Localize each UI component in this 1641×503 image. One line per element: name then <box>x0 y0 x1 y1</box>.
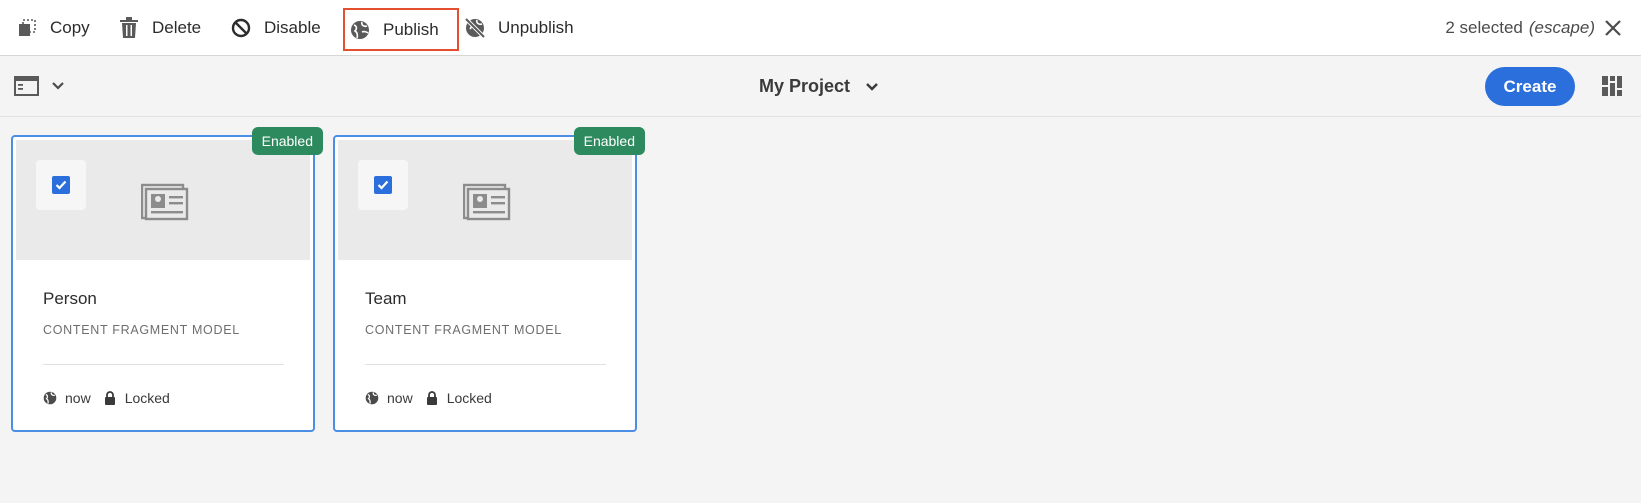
card-meta: now Locked <box>43 390 170 406</box>
content-model-icon <box>463 183 511 221</box>
chevron-down-icon <box>866 82 878 91</box>
card-thumbnail <box>16 140 310 260</box>
unpublish-label: Unpublish <box>498 18 574 37</box>
close-selection-button[interactable] <box>1601 16 1625 40</box>
status-badge: Enabled <box>573 127 645 155</box>
selection-count: 2 selected (escape) <box>1445 0 1595 56</box>
card-person[interactable]: Enabled Person CONTENT FRAGMENT MODEL no… <box>11 127 323 432</box>
close-icon <box>1605 20 1621 36</box>
sidebar-icon <box>14 76 39 96</box>
title-bar: My Project Create <box>0 56 1641 117</box>
create-button[interactable]: Create <box>1485 67 1575 106</box>
status-badge: Enabled <box>251 127 323 155</box>
rail-toggle-button[interactable] <box>14 75 40 97</box>
divider <box>365 364 606 365</box>
disable-label: Disable <box>264 18 321 37</box>
globe-icon <box>349 19 371 41</box>
checkbox-checked[interactable] <box>52 176 70 194</box>
card-subtitle: CONTENT FRAGMENT MODEL <box>43 323 240 337</box>
disable-button[interactable]: Disable <box>230 0 321 56</box>
page-title: My Project <box>759 76 851 96</box>
published-time: now <box>65 390 91 406</box>
lock-status: Locked <box>124 390 170 406</box>
lock-status: Locked <box>446 390 492 406</box>
chevron-down-icon <box>52 82 64 90</box>
copy-label: Copy <box>50 18 90 37</box>
project-switcher[interactable]: My Project <box>759 56 880 117</box>
publish-label: Publish <box>383 19 439 39</box>
globe-unpublish-icon <box>464 17 486 39</box>
unpublish-button[interactable]: Unpublish <box>464 0 574 56</box>
card-select[interactable] <box>36 160 86 210</box>
card-team[interactable]: Enabled Team CONTENT FRAGMENT MODEL now … <box>333 127 645 432</box>
card-title: Team <box>365 289 407 308</box>
selected-count-text: 2 selected <box>1445 18 1523 37</box>
publish-button[interactable]: Publish <box>343 8 459 51</box>
action-bar: Copy Delete Disable Publish Unpublish 2 … <box>0 0 1641 56</box>
card-thumbnail <box>338 140 632 260</box>
card-meta: now Locked <box>365 390 492 406</box>
card-select[interactable] <box>358 160 408 210</box>
checkbox-checked[interactable] <box>374 176 392 194</box>
content-model-icon <box>141 183 189 221</box>
published-time: now <box>387 390 413 406</box>
delete-label: Delete <box>152 18 202 37</box>
card-view-icon <box>1602 76 1622 96</box>
rail-options-button[interactable] <box>50 78 66 94</box>
card-title: Person <box>43 289 97 308</box>
view-switcher-button[interactable] <box>1601 75 1623 97</box>
checkmark-icon <box>55 180 67 190</box>
globe-icon <box>365 391 379 405</box>
copy-icon <box>16 17 38 39</box>
card-subtitle: CONTENT FRAGMENT MODEL <box>365 323 562 337</box>
escape-hint: (escape) <box>1528 18 1595 37</box>
copy-button[interactable]: Copy <box>16 0 90 56</box>
lock-icon <box>103 391 117 405</box>
checkmark-icon <box>377 180 389 190</box>
disable-icon <box>230 17 252 39</box>
lock-icon <box>425 391 439 405</box>
delete-button[interactable]: Delete <box>118 0 201 56</box>
divider <box>43 364 284 365</box>
trash-icon <box>118 17 140 39</box>
globe-icon <box>43 391 57 405</box>
